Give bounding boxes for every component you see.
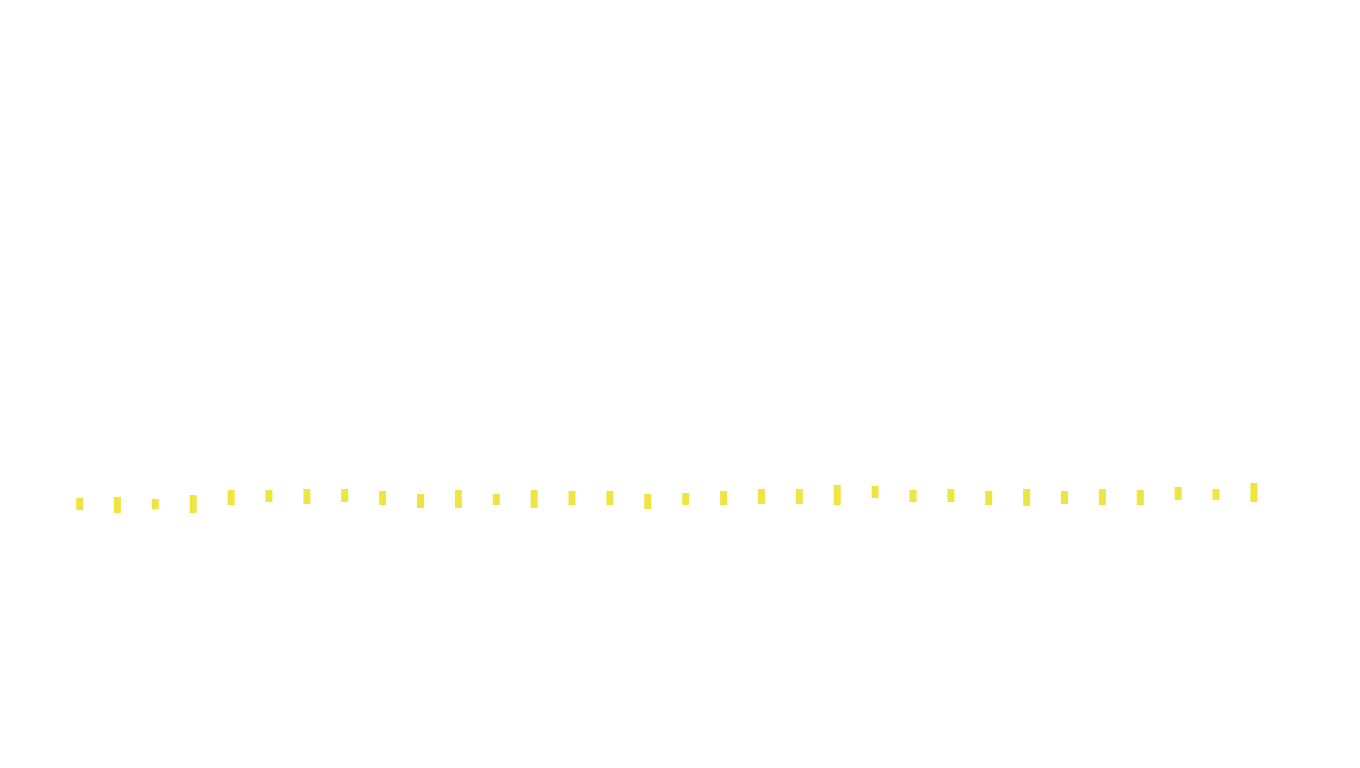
range-bar-30 <box>1174 487 1182 500</box>
range-bar-14 <box>568 491 576 505</box>
range-bar-17 <box>682 493 690 505</box>
range-bar-22 <box>871 486 879 498</box>
range-bar-26 <box>1023 489 1031 506</box>
range-bar-9 <box>379 491 387 505</box>
range-bar-chart <box>76 483 1258 513</box>
range-bar-3 <box>151 499 159 509</box>
range-bar-21 <box>833 485 841 505</box>
range-bar-8 <box>341 489 349 502</box>
range-bar-25 <box>985 491 993 505</box>
range-bar-19 <box>757 489 765 504</box>
range-bar-20 <box>795 489 803 504</box>
range-bar-12 <box>492 494 500 505</box>
bars-group <box>76 483 1258 513</box>
chart-area <box>0 0 1360 768</box>
range-bar-4 <box>189 495 197 513</box>
range-bar-27 <box>1061 491 1068 504</box>
range-bar-28 <box>1098 489 1106 505</box>
range-bar-24 <box>947 489 955 502</box>
range-bar-2 <box>113 497 121 513</box>
range-bar-1 <box>76 498 84 510</box>
range-bar-15 <box>606 491 614 505</box>
range-bar-16 <box>644 494 652 509</box>
range-bar-32 <box>1250 483 1258 502</box>
range-bar-10 <box>417 494 424 508</box>
range-bar-11 <box>454 490 462 508</box>
range-bar-6 <box>265 490 273 502</box>
range-bar-7 <box>303 489 311 504</box>
range-bar-5 <box>227 490 235 505</box>
range-bar-18 <box>720 491 728 505</box>
range-bar-31 <box>1212 489 1220 500</box>
range-bar-29 <box>1136 490 1144 505</box>
range-bar-23 <box>909 490 917 502</box>
range-bar-13 <box>530 490 538 508</box>
